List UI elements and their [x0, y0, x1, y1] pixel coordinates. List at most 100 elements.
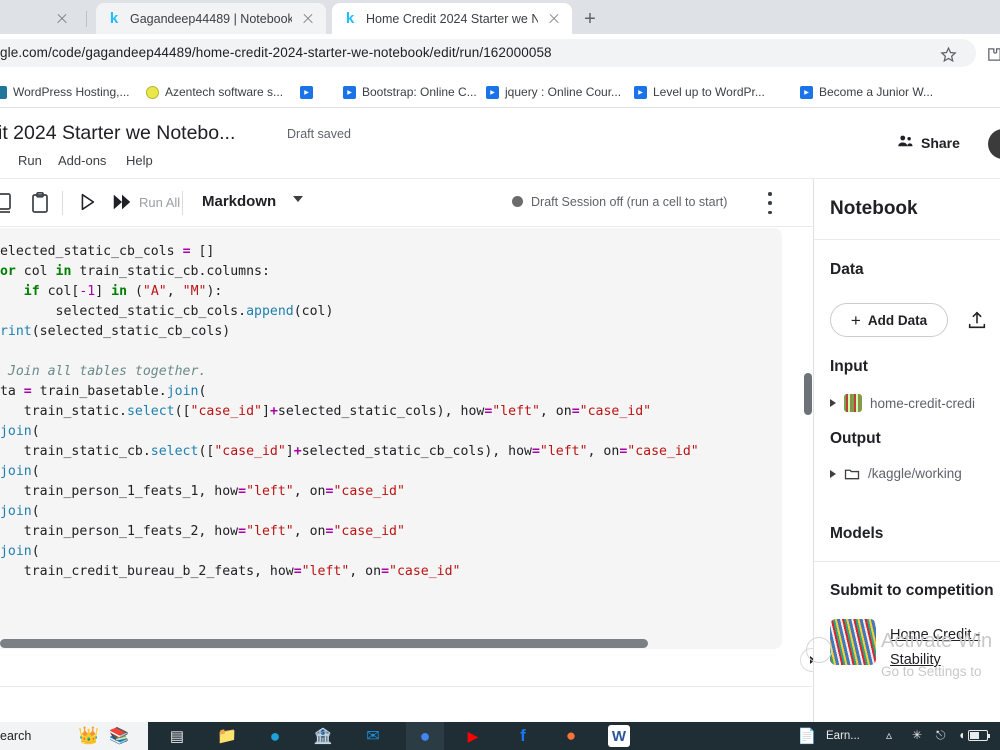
menu-item-run[interactable]: Run: [18, 153, 42, 168]
facebook-icon[interactable]: f: [512, 725, 534, 747]
edge-icon[interactable]: ●: [264, 725, 286, 747]
code-line: train_person_1_feats_2, how="left", on="…: [0, 524, 405, 539]
bookmark-item-2[interactable]: [300, 82, 319, 102]
bookmark-item-6[interactable]: Become a Junior W...: [800, 82, 933, 102]
code-line: if col[-1] in ("A", "M"):: [23, 284, 223, 299]
sidebar-output-label: /kaggle/working: [868, 466, 962, 481]
folder-icon: [844, 467, 860, 480]
horizontal-scrollbar-thumb[interactable]: [0, 639, 648, 648]
sidebar-heading-output: Output: [830, 430, 881, 447]
youtube-icon[interactable]: ▶: [462, 725, 484, 747]
browser-tab-label: Home Credit 2024 Starter we N: [366, 11, 538, 26]
sidebar-input-label: home-credit-credi: [870, 395, 976, 411]
kaggle-icon: k: [109, 10, 119, 27]
close-icon[interactable]: [546, 11, 562, 27]
chevron-up-icon[interactable]: ▵: [886, 728, 892, 742]
run-cell-icon[interactable]: [76, 191, 98, 213]
browser-tab-strip: ork k Gagandeep44489 | Notebooks k Home …: [0, 0, 1000, 34]
bookmark-item-5[interactable]: Level up to WordPr...: [634, 82, 765, 102]
run-all-icon[interactable]: [110, 191, 134, 213]
battery-icon[interactable]: [968, 730, 990, 741]
camera-icon[interactable]: ⎋: [936, 728, 946, 743]
clipboard-paste-icon[interactable]: [28, 191, 52, 215]
code-line: .join(: [0, 504, 40, 519]
bookmark-label: jquery : Online Cour...: [505, 85, 622, 99]
chevron-right-icon[interactable]: [830, 469, 836, 478]
kebab-menu-icon[interactable]: [768, 192, 772, 214]
microsoft-store-icon[interactable]: 🏦: [312, 725, 334, 747]
search-placeholder: earch: [0, 729, 32, 743]
video-icon: [634, 85, 647, 99]
share-button[interactable]: Share: [896, 132, 960, 153]
page-title[interactable]: it 2024 Starter we Notebo...: [0, 122, 235, 145]
bookmark-label: WordPress Hosting,...: [13, 85, 130, 99]
code-line: train_static_cb.select(["case_id"]+selec…: [0, 444, 699, 459]
bookmark-item-3[interactable]: Bootstrap: Online C...: [343, 82, 477, 102]
sidebar-divider: [814, 561, 1000, 562]
sidebar-heading-models: Models: [830, 525, 884, 542]
code-cell[interactable]: selected_static_cb_cols = [] for col in t…: [0, 228, 782, 649]
dataset-thumbnail: [844, 394, 862, 412]
sidebar-output-item[interactable]: /kaggle/working: [830, 466, 962, 481]
code-line: ): [0, 582, 782, 602]
toolbar-divider: [62, 191, 63, 215]
bookmark-label: Level up to WordPr...: [653, 85, 765, 99]
add-data-button[interactable]: + Add Data: [830, 303, 948, 337]
dickens-avatar-icon[interactable]: 👑: [78, 725, 100, 747]
bookmark-label: Bootstrap: Online C...: [362, 85, 477, 99]
menu-item-add-ons[interactable]: Add-ons: [58, 153, 106, 168]
mail-icon[interactable]: ✉: [362, 725, 384, 747]
video-icon: [343, 85, 356, 99]
books-icon[interactable]: 📚: [108, 725, 130, 747]
file-explorer-icon[interactable]: 📁: [216, 725, 238, 747]
word-icon[interactable]: W: [608, 725, 630, 747]
sidebar-title: Notebook: [830, 198, 918, 219]
run-all-label[interactable]: Run All: [139, 195, 180, 210]
cell-type-select[interactable]: Markdown: [202, 193, 276, 210]
upload-icon[interactable]: [966, 309, 988, 331]
bookmark-item-1[interactable]: Azentech software s...: [146, 82, 283, 102]
url-text: gle.com/code/gagandeep44489/home-credit-…: [0, 45, 552, 60]
vertical-scrollbar-thumb[interactable]: [804, 373, 812, 415]
browser-tab-2[interactable]: k Home Credit 2024 Starter we N: [332, 3, 572, 34]
new-tab-button[interactable]: +: [576, 6, 604, 32]
wordpress-icon: [0, 85, 7, 99]
notebook-sidebar: Notebook Data + Add Data Input home-cred…: [813, 179, 1000, 722]
insert-code-cell-icon[interactable]: [0, 191, 16, 215]
chrome-icon[interactable]: ●: [414, 725, 436, 747]
firefox-icon[interactable]: ●: [560, 725, 582, 747]
close-icon[interactable]: [300, 11, 316, 27]
kaggle-icon: k: [345, 10, 355, 27]
toolbar-divider: [182, 191, 183, 215]
bookmark-item-4[interactable]: jquery : Online Cour...: [486, 82, 621, 102]
bookmark-star-icon[interactable]: [940, 46, 957, 63]
people-icon: [896, 132, 914, 153]
azentech-icon: [146, 85, 159, 99]
extensions-icon[interactable]: [986, 46, 1000, 63]
bluetooth-icon[interactable]: ✳: [912, 728, 922, 742]
browser-tab-0[interactable]: ork: [0, 3, 80, 34]
share-label: Share: [921, 134, 960, 151]
chevron-right-icon[interactable]: [830, 399, 836, 407]
task-view-icon[interactable]: ▤: [166, 725, 188, 747]
tray-text[interactable]: Earn...: [826, 730, 860, 742]
code-line: selected_static_cb_cols.append(col): [0, 304, 334, 319]
save-status: Draft saved: [287, 127, 351, 141]
sidebar-heading-submit: Submit to competition: [830, 582, 994, 599]
browser-tab-1[interactable]: k Gagandeep44489 | Notebooks: [96, 3, 326, 34]
video-icon: [300, 85, 313, 99]
chevron-down-icon[interactable]: [293, 196, 303, 202]
sidebar-heading-data: Data: [830, 261, 864, 278]
menu-item-help[interactable]: Help: [126, 153, 153, 168]
bookmark-label: Become a Junior W...: [819, 85, 934, 99]
code-line: print(selected_static_cb_cols): [0, 324, 231, 339]
video-icon: [486, 85, 499, 99]
code-line: .join(: [0, 544, 40, 559]
competition-link[interactable]: Home Credit - Stability: [890, 623, 1000, 673]
wifi-icon[interactable]: ◖: [958, 728, 965, 742]
bookmark-item-0[interactable]: WordPress Hosting,...: [0, 82, 129, 102]
sidebar-input-item[interactable]: home-credit-credi: [830, 394, 975, 412]
bookmark-label: Azentech software s...: [165, 85, 284, 99]
code-editor[interactable]: selected_static_cb_cols = [] for col in t…: [0, 236, 782, 602]
close-icon[interactable]: [54, 11, 70, 27]
